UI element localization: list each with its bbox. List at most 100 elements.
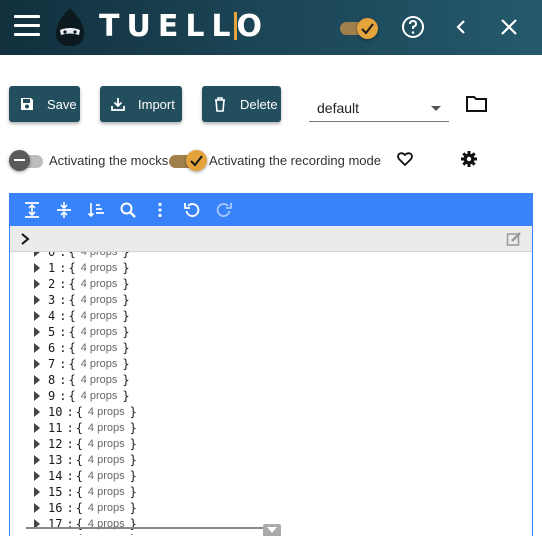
more-icon[interactable] bbox=[144, 196, 176, 224]
row-brace-close: } bbox=[122, 277, 130, 291]
gear-icon[interactable] bbox=[460, 150, 478, 168]
tree-row[interactable]: 1:{4 props} bbox=[10, 260, 130, 276]
row-key: 0 bbox=[48, 252, 56, 259]
app-brand: TUELLO bbox=[99, 9, 269, 44]
tree-row[interactable]: 6:{4 props} bbox=[10, 340, 130, 356]
expand-triangle-icon[interactable] bbox=[34, 311, 40, 321]
row-props: 4 props bbox=[80, 278, 118, 290]
tree-row[interactable]: 9:{4 props} bbox=[10, 388, 130, 404]
tree-row[interactable]: 8:{4 props} bbox=[10, 372, 130, 388]
expand-triangle-icon[interactable] bbox=[34, 375, 40, 385]
save-button[interactable]: Save bbox=[9, 86, 80, 122]
tree-row[interactable]: 15:{4 props} bbox=[10, 484, 137, 500]
folder-icon[interactable] bbox=[465, 94, 489, 114]
help-icon[interactable] bbox=[400, 14, 426, 40]
check-icon bbox=[361, 23, 374, 35]
recording-switch[interactable] bbox=[169, 150, 207, 172]
row-brace-open: { bbox=[68, 341, 76, 355]
heart-icon[interactable] bbox=[396, 150, 414, 168]
row-props: 4 props bbox=[80, 262, 118, 274]
row-brace-close: } bbox=[129, 405, 137, 419]
row-brace-open: { bbox=[75, 437, 83, 451]
tree-row[interactable]: 7:{4 props} bbox=[10, 356, 130, 372]
sort-icon[interactable] bbox=[80, 196, 112, 224]
row-brace-close: } bbox=[122, 293, 130, 307]
row-brace-close: } bbox=[129, 421, 137, 435]
tree-row[interactable]: 5:{4 props} bbox=[10, 324, 130, 340]
expand-triangle-icon[interactable] bbox=[34, 327, 40, 337]
row-brace-open: { bbox=[76, 533, 83, 535]
row-separator: : bbox=[59, 309, 67, 323]
import-button-label: Import bbox=[138, 96, 175, 112]
expand-triangle-icon[interactable] bbox=[34, 423, 40, 433]
expand-triangle-icon[interactable] bbox=[34, 343, 40, 353]
editor-menu bbox=[10, 194, 532, 226]
tree-row[interactable]: 11:{4 props} bbox=[10, 420, 137, 436]
tree-row[interactable]: 17:{4 props} bbox=[10, 516, 137, 532]
row-brace-close: } bbox=[122, 252, 130, 259]
row-brace-open: { bbox=[68, 373, 76, 387]
expand-triangle-icon[interactable] bbox=[34, 279, 40, 289]
recording-switch-label: Activating the recording mode bbox=[209, 153, 381, 168]
tree-row[interactable]: 0:{4 props} bbox=[10, 252, 130, 260]
row-separator: : bbox=[59, 293, 67, 307]
save-icon bbox=[21, 98, 33, 110]
tree-row[interactable]: 18:{4 props} bbox=[10, 532, 137, 535]
collapse-all-icon[interactable] bbox=[48, 196, 80, 224]
horizontal-scrollbar[interactable] bbox=[26, 527, 276, 529]
import-button[interactable]: Import bbox=[100, 86, 182, 122]
scroll-down-icon[interactable] bbox=[263, 524, 281, 536]
expand-all-icon[interactable] bbox=[16, 196, 48, 224]
row-props: 4 props bbox=[87, 486, 125, 498]
tree-row[interactable]: 2:{4 props} bbox=[10, 276, 130, 292]
expand-triangle-icon[interactable] bbox=[34, 503, 40, 513]
save-button-label: Save bbox=[47, 96, 77, 112]
expand-triangle-icon[interactable] bbox=[34, 263, 40, 273]
chevron-right-icon[interactable] bbox=[19, 232, 31, 246]
expand-triangle-icon[interactable] bbox=[34, 252, 40, 257]
header-toggle[interactable] bbox=[340, 18, 378, 39]
expand-triangle-icon[interactable] bbox=[34, 407, 40, 417]
expand-triangle-icon[interactable] bbox=[34, 359, 40, 369]
row-brace-open: { bbox=[68, 325, 76, 339]
row-key: 18 bbox=[48, 533, 62, 535]
edit-icon[interactable] bbox=[506, 231, 522, 247]
expand-triangle-icon[interactable] bbox=[34, 455, 40, 465]
json-editor: 0:{4 props} 1:{4 props} 2:{4 props} 3:{4 pr… bbox=[9, 193, 533, 536]
tree-row[interactable]: 13:{4 props} bbox=[10, 452, 137, 468]
row-props: 4 props bbox=[80, 252, 118, 258]
mocks-switch[interactable] bbox=[9, 150, 47, 172]
search-icon[interactable] bbox=[112, 196, 144, 224]
row-brace-close: } bbox=[129, 453, 137, 467]
tree-row[interactable]: 16:{4 props} bbox=[10, 500, 137, 516]
tree-row[interactable]: 12:{4 props} bbox=[10, 436, 137, 452]
row-props: 4 props bbox=[80, 294, 118, 306]
row-key: 1 bbox=[48, 261, 56, 275]
row-brace-open: { bbox=[75, 421, 83, 435]
tree-row[interactable]: 3:{4 props} bbox=[10, 292, 130, 308]
back-icon[interactable] bbox=[448, 14, 474, 40]
tree-row[interactable]: 4:{4 props} bbox=[10, 308, 130, 324]
json-tree: 0:{4 props} 1:{4 props} 2:{4 props} 3:{4 pr… bbox=[10, 252, 532, 535]
profile-select[interactable]: default bbox=[309, 95, 449, 122]
row-brace-close: } bbox=[129, 501, 137, 515]
tree-row[interactable]: 10:{4 props} bbox=[10, 404, 137, 420]
row-brace-close: } bbox=[122, 261, 130, 275]
row-key: 5 bbox=[48, 325, 56, 339]
expand-triangle-icon[interactable] bbox=[34, 487, 40, 497]
expand-triangle-icon[interactable] bbox=[34, 471, 40, 481]
row-separator: : bbox=[66, 469, 74, 483]
menu-icon[interactable] bbox=[14, 15, 40, 37]
expand-triangle-icon[interactable] bbox=[34, 295, 40, 305]
close-icon[interactable] bbox=[496, 14, 522, 40]
expand-triangle-icon[interactable] bbox=[34, 391, 40, 401]
tree-row[interactable]: 14:{4 props} bbox=[10, 468, 137, 484]
row-separator: : bbox=[59, 277, 67, 291]
row-key: 7 bbox=[48, 357, 56, 371]
expand-triangle-icon[interactable] bbox=[34, 439, 40, 449]
row-separator: : bbox=[59, 357, 67, 371]
delete-button[interactable]: Delete bbox=[202, 86, 281, 122]
redo-icon[interactable] bbox=[208, 196, 240, 224]
row-props: 4 props bbox=[80, 390, 118, 402]
undo-icon[interactable] bbox=[176, 196, 208, 224]
